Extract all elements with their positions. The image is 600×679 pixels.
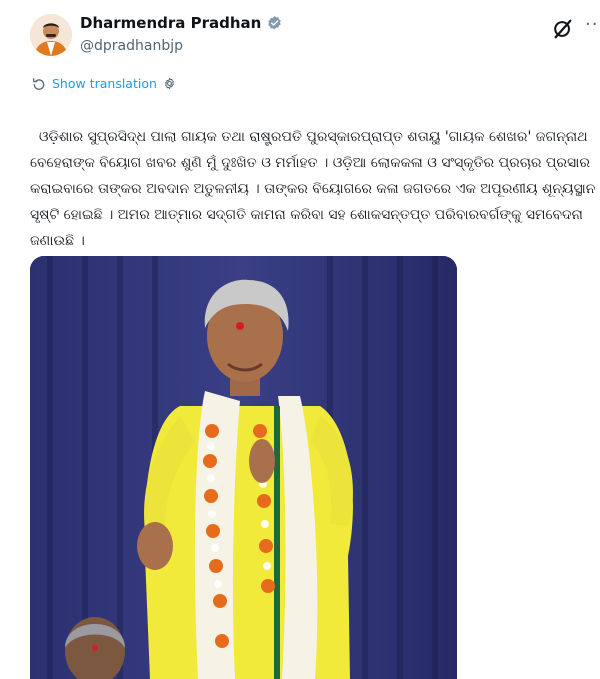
author-name[interactable]: Dharmendra Pradhan bbox=[80, 14, 261, 32]
verified-badge-icon bbox=[268, 15, 282, 30]
avatar[interactable] bbox=[30, 14, 72, 56]
more-icon[interactable]: ··· bbox=[585, 14, 600, 35]
photo-image bbox=[30, 256, 457, 679]
show-translation-label[interactable]: Show translation bbox=[52, 76, 157, 91]
gear-icon[interactable] bbox=[163, 77, 176, 90]
author-row: Dharmendra Pradhan bbox=[80, 14, 283, 32]
post-body: ଓଡ଼ିଶାର ସୁପ୍ରସିଦ୍ଧ ପାଲା ଗାୟକ ତଥା ରାଷ୍ଟ୍ର… bbox=[30, 129, 600, 249]
post-photo[interactable] bbox=[30, 256, 457, 679]
translate-icon bbox=[33, 77, 45, 90]
author-handle[interactable]: @dpradhanbjp bbox=[80, 38, 183, 54]
avatar-image bbox=[30, 14, 72, 56]
show-translation[interactable]: Show translation bbox=[32, 76, 176, 91]
post-header: Dharmendra Pradhan @dpradhanbjp ··· bbox=[0, 0, 600, 70]
grok-icon[interactable] bbox=[552, 18, 574, 40]
